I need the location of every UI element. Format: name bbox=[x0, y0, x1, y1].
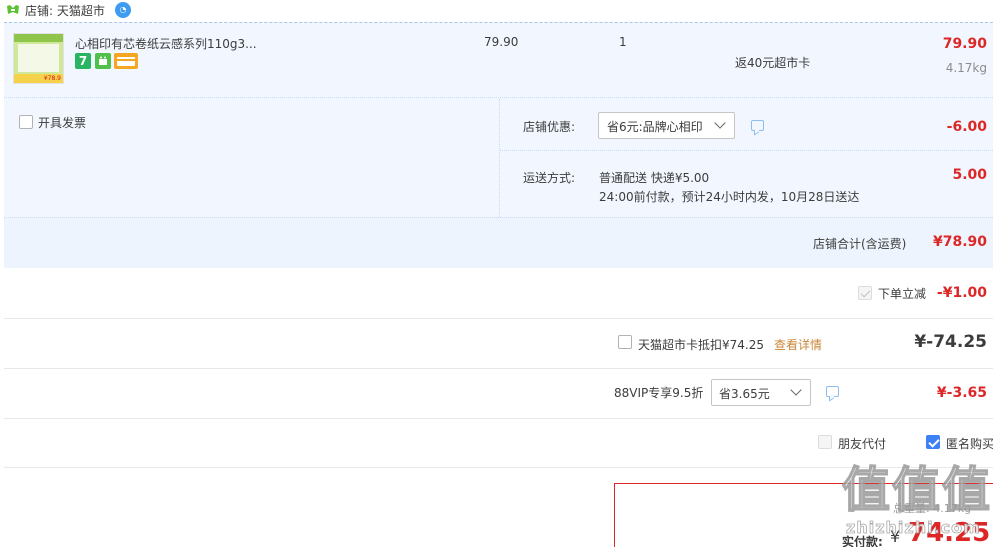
subtotal-label: 店铺合计(含运费) bbox=[813, 237, 907, 251]
thumbnail-price: ¥78.9 bbox=[43, 75, 61, 82]
shipping-eta: 24:00前付款，预计24小时内发，10月28日送达 bbox=[599, 190, 860, 204]
invoice-label[interactable]: 开具发票 bbox=[38, 114, 86, 131]
android-icon bbox=[95, 53, 111, 69]
supermarket-card-checkbox[interactable] bbox=[618, 335, 632, 349]
divider bbox=[4, 368, 993, 369]
comment-icon[interactable] bbox=[751, 120, 764, 131]
divider bbox=[499, 150, 993, 151]
supermarket-card-amount: ¥-74.25 bbox=[914, 332, 987, 352]
item-total: 79.90 bbox=[942, 36, 987, 52]
quantity: 1 bbox=[619, 35, 627, 49]
card-icon bbox=[114, 53, 138, 69]
shipping-amount: 5.00 bbox=[952, 167, 987, 183]
vip-label: 88VIP专享9.5折 bbox=[614, 386, 704, 400]
shop-icon bbox=[7, 5, 19, 14]
friend-pay-label[interactable]: 朋友代付 bbox=[838, 435, 886, 452]
view-details-link[interactable]: 查看详情 bbox=[774, 336, 822, 353]
watermark-glyph: 值 bbox=[891, 461, 941, 519]
vip-discount-selected[interactable]: 省3.65元 bbox=[719, 385, 770, 402]
product-name-link[interactable]: 心相印有芯卷纸云感系列110g3... bbox=[75, 35, 257, 52]
vip-discount-amount: ¥-3.65 bbox=[936, 385, 987, 401]
shop-header bbox=[0, 0, 993, 22]
divider bbox=[4, 418, 993, 419]
watermark-logo: 值 值 值 zhizhizhi.com bbox=[841, 461, 993, 547]
instant-discount-amount: -¥1.00 bbox=[936, 285, 987, 301]
watermark-glyph: 值 bbox=[941, 461, 991, 519]
tmall-bot-icon[interactable]: ◔ bbox=[115, 2, 131, 18]
shop-promo-label: 店铺优惠: bbox=[523, 120, 576, 134]
divider bbox=[4, 318, 993, 319]
anonymous-checkbox[interactable] bbox=[926, 435, 940, 449]
watermark-url: zhizhizhi.com bbox=[846, 518, 981, 538]
shipping-method: 普通配送 快递¥5.00 bbox=[599, 171, 710, 185]
shop-promo-amount: -6.00 bbox=[946, 119, 987, 135]
instant-discount-checkbox bbox=[858, 286, 872, 300]
instant-discount-label: 下单立减 bbox=[878, 287, 927, 301]
seven-day-return-icon: 7 bbox=[75, 53, 91, 69]
cashback-text: 返40元超市卡 bbox=[735, 56, 811, 70]
shipping-label: 运送方式: bbox=[523, 171, 576, 185]
subtotal-amount: ¥78.90 bbox=[932, 234, 987, 250]
supermarket-card-label[interactable]: 天猫超市卡抵扣¥74.25 bbox=[638, 336, 764, 353]
shop-promo-selected[interactable]: 省6元:品牌心相印 bbox=[607, 118, 703, 135]
shop-name[interactable]: 店铺: 天猫超市 bbox=[25, 2, 105, 19]
watermark-glyph: 值 bbox=[841, 461, 891, 519]
anonymous-label[interactable]: 匿名购买 bbox=[946, 435, 993, 452]
product-thumbnail[interactable]: ¥78.9 bbox=[13, 33, 64, 84]
unit-price: 79.90 bbox=[484, 35, 519, 49]
comment-icon[interactable] bbox=[826, 386, 839, 397]
invoice-checkbox[interactable] bbox=[19, 115, 33, 129]
friend-pay-checkbox[interactable] bbox=[818, 435, 832, 449]
item-weight: 4.17kg bbox=[945, 61, 987, 75]
